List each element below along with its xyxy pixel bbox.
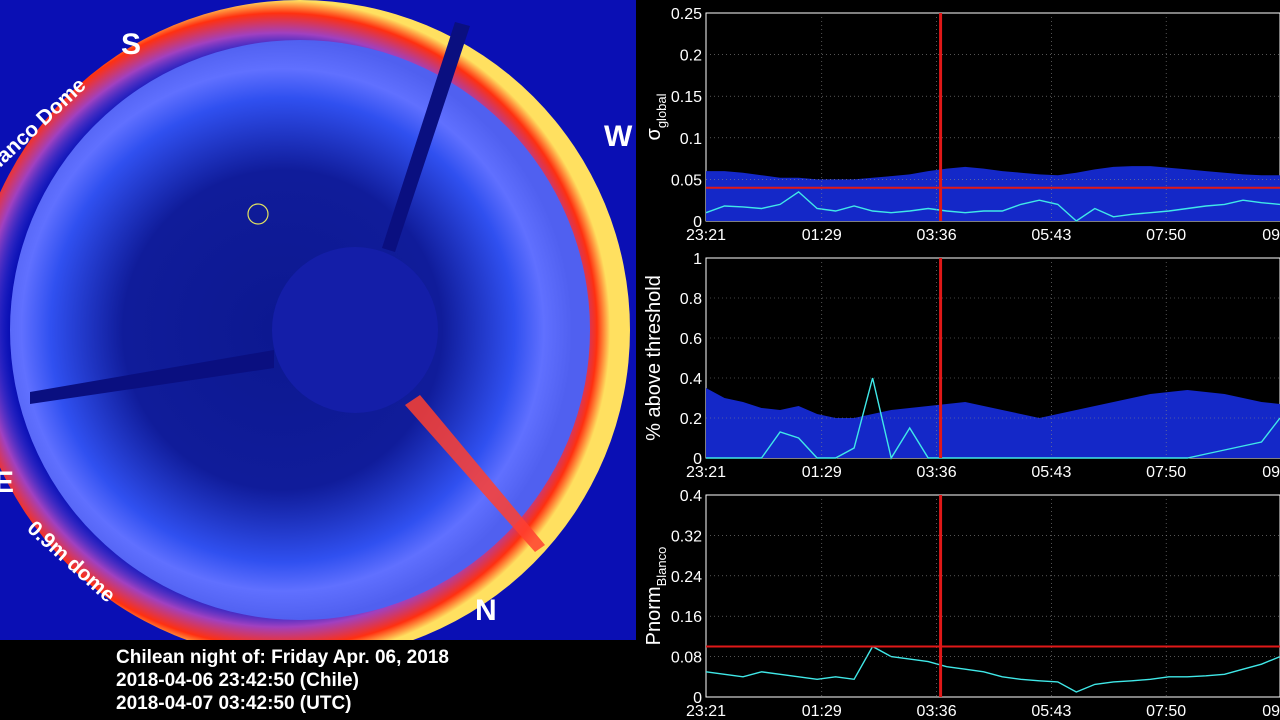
y-axis-label: PnormBlanco [643, 547, 669, 646]
x-tick-label: 05:43 [1031, 227, 1071, 244]
y-axis-label-main: σ [643, 128, 665, 141]
x-tick-label: 09 [1262, 464, 1280, 481]
y-axis-label-main: Pnorm [643, 586, 665, 645]
chart-panel-1: 00.050.10.150.20.2523:21 01:29 03:36 05:43 0… [643, 6, 1280, 244]
x-tick-label: 03:36 [917, 703, 957, 720]
caption-utc-time: 2018-04-07 03:42:50 (UTC) [116, 693, 352, 714]
y-tick-label: 0.4 [680, 488, 702, 505]
y-tick-label: 0.6 [680, 331, 702, 348]
y-tick-label: 1 [693, 251, 702, 268]
y-tick-label: 0.2 [680, 48, 702, 65]
caption-chile-time: 2018-04-06 23:42:50 (Chile) [116, 670, 359, 691]
y-axis-label-main: % above threshold [643, 275, 665, 441]
x-tick-label: 23:21 [686, 227, 726, 244]
caption-night: Chilean night of: Friday Apr. 06, 2018 [116, 647, 449, 668]
chart-panel-2: 00.20.40.60.8123:21 01:29 03:36 05:43 07:50 0… [643, 251, 1280, 481]
y-axis-label: % above threshold [643, 275, 665, 441]
direction-east: E [0, 466, 14, 499]
x-tick-label: 23:21 [686, 464, 726, 481]
x-tick-label: 07:50 [1146, 464, 1186, 481]
x-tick-label: 23:21 [686, 703, 726, 720]
chart-panel-3: 00.080.160.240.320.423:21 01:29 03:36 05:43… [643, 488, 1280, 720]
y-axis-label: σglobal [643, 93, 669, 140]
direction-west: W [604, 120, 633, 153]
direction-north: N [475, 594, 497, 627]
y-tick-label: 0.15 [671, 89, 702, 106]
y-axis-label-sub: Blanco [654, 547, 669, 587]
x-tick-label: 01:29 [802, 464, 842, 481]
x-tick-label: 05:43 [1031, 703, 1071, 720]
y-tick-label: 0.8 [680, 291, 702, 308]
x-tick-label: 07:50 [1146, 703, 1186, 720]
x-tick-label: 09 [1262, 227, 1280, 244]
x-tick-label: 03:36 [917, 227, 957, 244]
central-obstruction [272, 247, 438, 413]
x-tick-label: 03:36 [917, 464, 957, 481]
x-tick-label: 01:29 [802, 703, 842, 720]
y-tick-label: 0.4 [680, 371, 702, 388]
x-tick-label: 01:29 [802, 227, 842, 244]
plot-area [705, 494, 1280, 698]
y-tick-label: 0.08 [671, 650, 702, 667]
y-tick-label: 0.2 [680, 411, 702, 428]
y-tick-label: 0.16 [671, 609, 702, 626]
x-tick-label: 07:50 [1146, 227, 1186, 244]
direction-south: S [121, 28, 141, 61]
y-tick-label: 0.24 [671, 569, 702, 586]
caption: Chilean night of: Friday Apr. 06, 2018 2… [116, 646, 449, 715]
all-sky-image: S W E N lanco Dome 0.9m dome [0, 0, 636, 640]
y-tick-label: 0.05 [671, 172, 702, 189]
y-tick-label: 0.32 [671, 528, 702, 545]
x-tick-label: 09 [1262, 703, 1280, 720]
y-tick-label: 0.1 [680, 131, 702, 148]
y-tick-label: 0.25 [671, 6, 702, 23]
charts-panel: 00.050.10.150.20.2523:21 01:29 03:36 05:43 0… [643, 6, 1280, 720]
y-axis-label-sub: global [654, 93, 669, 128]
x-tick-label: 05:43 [1031, 464, 1071, 481]
